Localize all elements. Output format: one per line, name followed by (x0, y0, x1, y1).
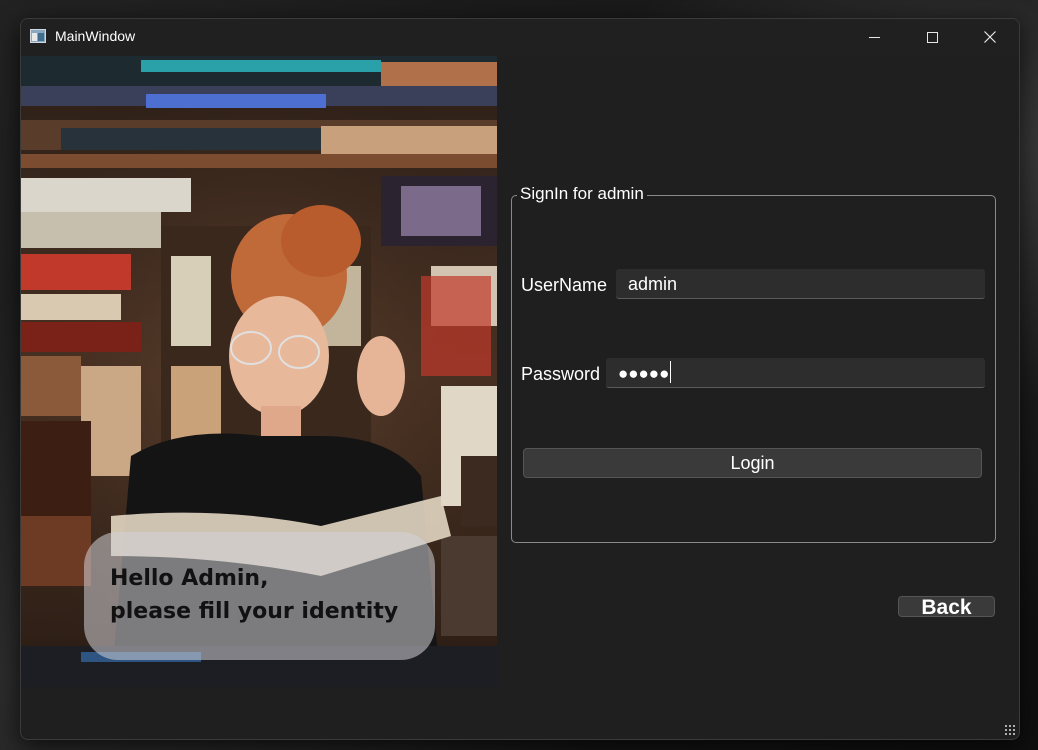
password-masked-value: ●●●●● (618, 364, 670, 383)
password-label: Password (521, 364, 601, 384)
username-label: UserName (521, 275, 608, 295)
greeting-line-2: please fill your identity (110, 599, 399, 624)
close-icon (984, 31, 996, 43)
main-window: MainWindow Hello Admin, please fill your… (20, 18, 1020, 740)
maximize-button[interactable] (903, 19, 961, 55)
title-bar[interactable]: MainWindow (21, 19, 1019, 55)
password-field[interactable]: ●●●●● (606, 358, 985, 388)
minimize-button[interactable] (845, 19, 903, 55)
login-button[interactable]: Login (523, 448, 982, 478)
window-title: MainWindow (55, 28, 136, 44)
minimize-icon (868, 36, 880, 38)
maximize-icon (926, 31, 938, 43)
text-caret (670, 361, 672, 383)
greeting-text: Hello Admin, please fill your identity (110, 562, 440, 628)
app-window-icon (30, 29, 46, 43)
signin-group-title: SignIn for admin (517, 184, 647, 204)
hero-image: Hello Admin, please fill your identity (21, 56, 497, 687)
back-button[interactable]: Back (898, 596, 995, 617)
resize-grip-icon[interactable] (1004, 724, 1016, 736)
greeting-line-1: Hello Admin, (110, 566, 269, 591)
username-field[interactable]: admin (616, 269, 985, 299)
username-value: admin (628, 274, 678, 294)
close-button[interactable] (961, 19, 1019, 55)
